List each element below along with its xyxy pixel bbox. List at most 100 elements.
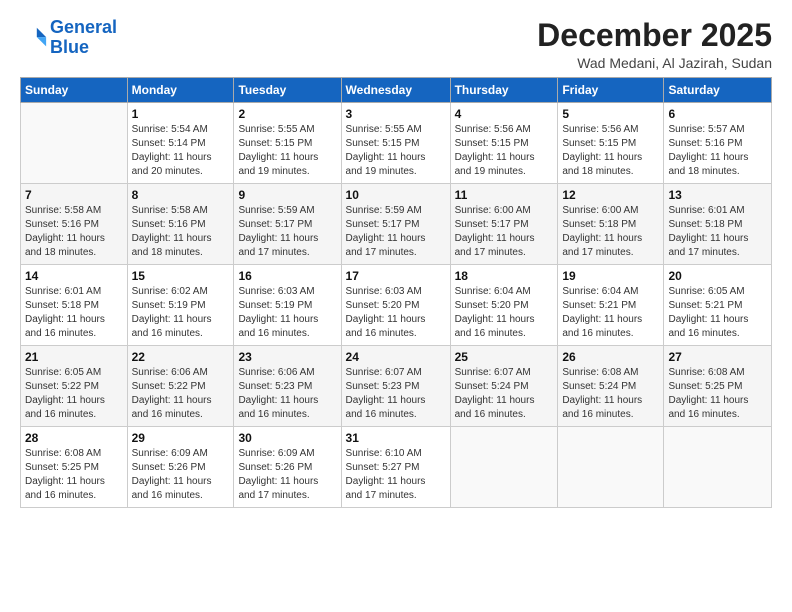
day-info: Sunrise: 6:08 AM Sunset: 5:25 PM Dayligh… <box>25 447 123 503</box>
day-info: Sunrise: 5:54 AM Sunset: 5:14 PM Dayligh… <box>132 123 230 179</box>
logo-line1: General <box>50 17 117 37</box>
day-info: Sunrise: 6:09 AM Sunset: 5:26 PM Dayligh… <box>238 447 336 503</box>
header-cell-sunday: Sunday <box>21 78 128 103</box>
day-number: 9 <box>238 188 336 202</box>
day-cell: 25Sunrise: 6:07 AM Sunset: 5:24 PM Dayli… <box>450 346 558 427</box>
week-row-3: 14 Sunrise: 6:01 AM Sunset: 5:18 PM Dayli… <box>21 265 772 346</box>
day-cell: 23 Sunrise: 6:06 AM Sunset: 5:23 PM Dayli… <box>234 346 341 427</box>
day-info: Sunrise: 6:09 AM Sunset: 5:26 PM Dayligh… <box>132 447 230 503</box>
day-info: Sunrise: 6:06 AM Sunset: 5:23 PM Dayligh… <box>238 366 336 422</box>
day-info: Sunrise: 5:55 AM Sunset: 5:15 PM Dayligh… <box>238 123 336 179</box>
day-number: 24 <box>346 350 446 364</box>
day-cell <box>21 103 128 184</box>
day-cell: 18 Sunrise: 6:04 AM Sunset: 5:20 PM Dayli… <box>450 265 558 346</box>
day-number: 17 <box>346 269 446 283</box>
day-cell: 28 Sunrise: 6:08 AM Sunset: 5:25 PM Dayli… <box>21 427 128 508</box>
day-info: Sunrise: 5:56 AM Sunset: 5:15 PM Dayligh… <box>562 123 659 179</box>
day-number: 15 <box>132 269 230 283</box>
day-info: Sunrise: 6:07 AM Sunset: 5:24 PM Dayligh… <box>455 366 554 422</box>
header-cell-saturday: Saturday <box>664 78 772 103</box>
day-cell <box>450 427 558 508</box>
day-cell: 14 Sunrise: 6:01 AM Sunset: 5:18 PM Dayli… <box>21 265 128 346</box>
day-info: Sunrise: 6:04 AM Sunset: 5:20 PM Dayligh… <box>455 285 554 341</box>
day-info: Sunrise: 6:08 AM Sunset: 5:24 PM Dayligh… <box>562 366 659 422</box>
calendar-table: SundayMondayTuesdayWednesdayThursdayFrid… <box>20 77 772 508</box>
day-info: Sunrise: 5:55 AM Sunset: 5:15 PM Dayligh… <box>346 123 446 179</box>
day-number: 16 <box>238 269 336 283</box>
day-info: Sunrise: 5:59 AM Sunset: 5:17 PM Dayligh… <box>238 204 336 260</box>
day-info: Sunrise: 6:10 AM Sunset: 5:27 PM Dayligh… <box>346 447 446 503</box>
title-block: December 2025 Wad Medani, Al Jazirah, Su… <box>537 18 772 71</box>
day-cell: 10 Sunrise: 5:59 AM Sunset: 5:17 PM Dayli… <box>341 184 450 265</box>
header-cell-thursday: Thursday <box>450 78 558 103</box>
day-number: 21 <box>25 350 123 364</box>
day-cell: 21 Sunrise: 6:05 AM Sunset: 5:22 PM Dayli… <box>21 346 128 427</box>
day-cell: 11Sunrise: 6:00 AM Sunset: 5:17 PM Dayli… <box>450 184 558 265</box>
day-number: 31 <box>346 431 446 445</box>
day-cell: 9 Sunrise: 5:59 AM Sunset: 5:17 PM Daylig… <box>234 184 341 265</box>
day-cell: 15 Sunrise: 6:02 AM Sunset: 5:19 PM Dayli… <box>127 265 234 346</box>
day-number: 3 <box>346 107 446 121</box>
day-cell <box>664 427 772 508</box>
day-cell: 5 Sunrise: 5:56 AM Sunset: 5:15 PM Daylig… <box>558 103 664 184</box>
day-cell: 30 Sunrise: 6:09 AM Sunset: 5:26 PM Dayli… <box>234 427 341 508</box>
day-cell: 3 Sunrise: 5:55 AM Sunset: 5:15 PM Daylig… <box>341 103 450 184</box>
day-number: 28 <box>25 431 123 445</box>
day-info: Sunrise: 6:04 AM Sunset: 5:21 PM Dayligh… <box>562 285 659 341</box>
logo: General Blue <box>20 18 117 58</box>
month-title: December 2025 <box>537 18 772 53</box>
day-cell: 31 Sunrise: 6:10 AM Sunset: 5:27 PM Dayli… <box>341 427 450 508</box>
day-cell: 22Sunrise: 6:06 AM Sunset: 5:22 PM Dayli… <box>127 346 234 427</box>
day-number: 8 <box>132 188 230 202</box>
day-number: 10 <box>346 188 446 202</box>
day-info: Sunrise: 5:57 AM Sunset: 5:16 PM Dayligh… <box>668 123 767 179</box>
day-cell: 6Sunrise: 5:57 AM Sunset: 5:16 PM Daylig… <box>664 103 772 184</box>
day-number: 14 <box>25 269 123 283</box>
logo-line2: Blue <box>50 37 89 57</box>
day-cell: 16Sunrise: 6:03 AM Sunset: 5:19 PM Dayli… <box>234 265 341 346</box>
day-cell <box>558 427 664 508</box>
day-info: Sunrise: 6:02 AM Sunset: 5:19 PM Dayligh… <box>132 285 230 341</box>
day-number: 5 <box>562 107 659 121</box>
day-info: Sunrise: 6:00 AM Sunset: 5:18 PM Dayligh… <box>562 204 659 260</box>
day-cell: 4Sunrise: 5:56 AM Sunset: 5:15 PM Daylig… <box>450 103 558 184</box>
day-info: Sunrise: 6:01 AM Sunset: 5:18 PM Dayligh… <box>25 285 123 341</box>
day-info: Sunrise: 5:59 AM Sunset: 5:17 PM Dayligh… <box>346 204 446 260</box>
logo-icon <box>20 24 48 52</box>
page: General Blue December 2025 Wad Medani, A… <box>0 0 792 612</box>
day-number: 23 <box>238 350 336 364</box>
day-number: 11 <box>455 188 554 202</box>
day-info: Sunrise: 6:07 AM Sunset: 5:23 PM Dayligh… <box>346 366 446 422</box>
day-cell: 29Sunrise: 6:09 AM Sunset: 5:26 PM Dayli… <box>127 427 234 508</box>
header-cell-wednesday: Wednesday <box>341 78 450 103</box>
day-cell: 12 Sunrise: 6:00 AM Sunset: 5:18 PM Dayli… <box>558 184 664 265</box>
day-number: 27 <box>668 350 767 364</box>
day-cell: 24 Sunrise: 6:07 AM Sunset: 5:23 PM Dayli… <box>341 346 450 427</box>
day-info: Sunrise: 5:56 AM Sunset: 5:15 PM Dayligh… <box>455 123 554 179</box>
day-info: Sunrise: 6:03 AM Sunset: 5:20 PM Dayligh… <box>346 285 446 341</box>
day-cell: 17 Sunrise: 6:03 AM Sunset: 5:20 PM Dayli… <box>341 265 450 346</box>
day-cell: 20Sunrise: 6:05 AM Sunset: 5:21 PM Dayli… <box>664 265 772 346</box>
week-row-4: 21 Sunrise: 6:05 AM Sunset: 5:22 PM Dayli… <box>21 346 772 427</box>
day-cell: 26Sunrise: 6:08 AM Sunset: 5:24 PM Dayli… <box>558 346 664 427</box>
day-info: Sunrise: 5:58 AM Sunset: 5:16 PM Dayligh… <box>132 204 230 260</box>
week-row-5: 28 Sunrise: 6:08 AM Sunset: 5:25 PM Dayli… <box>21 427 772 508</box>
header-cell-tuesday: Tuesday <box>234 78 341 103</box>
day-info: Sunrise: 6:05 AM Sunset: 5:21 PM Dayligh… <box>668 285 767 341</box>
day-info: Sunrise: 6:06 AM Sunset: 5:22 PM Dayligh… <box>132 366 230 422</box>
day-cell: 1Sunrise: 5:54 AM Sunset: 5:14 PM Daylig… <box>127 103 234 184</box>
logo-text: General Blue <box>50 18 117 58</box>
day-number: 12 <box>562 188 659 202</box>
day-cell: 27Sunrise: 6:08 AM Sunset: 5:25 PM Dayli… <box>664 346 772 427</box>
location: Wad Medani, Al Jazirah, Sudan <box>537 55 772 71</box>
day-number: 19 <box>562 269 659 283</box>
day-info: Sunrise: 6:01 AM Sunset: 5:18 PM Dayligh… <box>668 204 767 260</box>
day-cell: 13 Sunrise: 6:01 AM Sunset: 5:18 PM Dayli… <box>664 184 772 265</box>
day-number: 30 <box>238 431 336 445</box>
header-cell-friday: Friday <box>558 78 664 103</box>
day-info: Sunrise: 6:05 AM Sunset: 5:22 PM Dayligh… <box>25 366 123 422</box>
week-row-2: 7Sunrise: 5:58 AM Sunset: 5:16 PM Daylig… <box>21 184 772 265</box>
day-cell: 7Sunrise: 5:58 AM Sunset: 5:16 PM Daylig… <box>21 184 128 265</box>
day-number: 18 <box>455 269 554 283</box>
day-number: 13 <box>668 188 767 202</box>
